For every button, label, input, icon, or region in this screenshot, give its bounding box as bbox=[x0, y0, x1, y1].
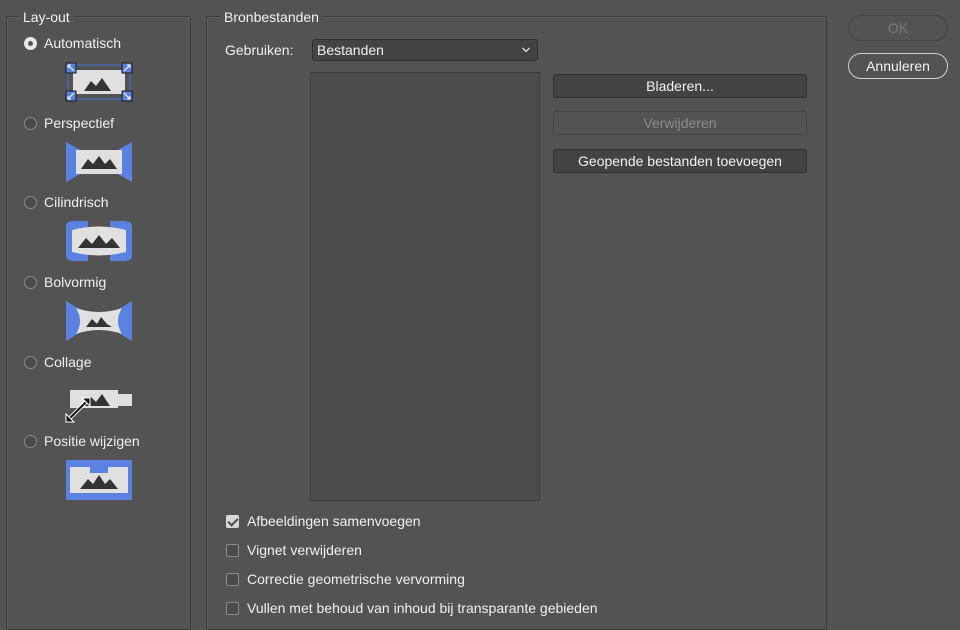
layout-collage-icon[interactable] bbox=[64, 380, 136, 424]
reposition-radio[interactable] bbox=[24, 434, 37, 448]
content-aware-fill-option[interactable]: Vullen met behoud van inhoud bij transpa… bbox=[226, 600, 598, 616]
cylindrical-radio[interactable] bbox=[24, 195, 37, 209]
layout-option-cylindrical[interactable]: Cilindrisch bbox=[24, 194, 109, 210]
perspective-label: Perspectief bbox=[44, 115, 115, 131]
blend-images-checkbox[interactable] bbox=[226, 514, 239, 528]
content-aware-fill-checkbox[interactable] bbox=[226, 601, 239, 615]
add-open-files-button[interactable]: Geopende bestanden toevoegen bbox=[553, 149, 807, 173]
spherical-radio[interactable] bbox=[24, 275, 37, 289]
automatic-radio[interactable] bbox=[24, 36, 37, 50]
layout-perspective-icon[interactable] bbox=[64, 141, 134, 183]
layout-option-reposition[interactable]: Positie wijzigen bbox=[24, 433, 140, 449]
source-files-title: Bronbestanden bbox=[220, 9, 323, 25]
layout-option-collage[interactable]: Collage bbox=[24, 354, 91, 370]
remove-button[interactable]: Verwijderen bbox=[553, 111, 807, 135]
layout-option-spherical[interactable]: Bolvormig bbox=[24, 274, 106, 290]
geometric-distortion-checkbox[interactable] bbox=[226, 572, 239, 586]
geometric-distortion-label: Correctie geometrische vervorming bbox=[247, 571, 465, 587]
perspective-radio[interactable] bbox=[24, 116, 37, 130]
vignette-removal-checkbox[interactable] bbox=[226, 543, 239, 557]
layout-group-title: Lay-out bbox=[19, 9, 74, 25]
layout-reposition-icon[interactable] bbox=[64, 459, 134, 501]
vignette-removal-label: Vignet verwijderen bbox=[247, 542, 362, 558]
vignette-removal-option[interactable]: Vignet verwijderen bbox=[226, 542, 362, 558]
cancel-button[interactable]: Annuleren bbox=[848, 53, 948, 79]
ok-button[interactable]: OK bbox=[848, 15, 948, 41]
use-label: Gebruiken: bbox=[225, 42, 294, 58]
blend-images-label: Afbeeldingen samenvoegen bbox=[247, 513, 421, 529]
collage-label: Collage bbox=[44, 354, 92, 370]
layout-auto-icon[interactable] bbox=[64, 61, 134, 103]
use-select-value: Bestanden bbox=[317, 42, 384, 58]
collage-radio[interactable] bbox=[24, 355, 37, 369]
content-aware-fill-label: Vullen met behoud van inhoud bij transpa… bbox=[247, 600, 598, 616]
cylindrical-label: Cilindrisch bbox=[44, 194, 109, 210]
blend-images-option[interactable]: Afbeeldingen samenvoegen bbox=[226, 513, 421, 529]
spherical-label: Bolvormig bbox=[44, 274, 107, 290]
chevron-down-icon bbox=[522, 47, 530, 53]
layout-cylindrical-icon[interactable] bbox=[64, 220, 134, 262]
automatic-label: Automatisch bbox=[44, 35, 122, 51]
layout-option-perspective[interactable]: Perspectief bbox=[24, 115, 114, 131]
layout-spherical-icon[interactable] bbox=[64, 300, 134, 342]
use-select[interactable]: Bestanden bbox=[312, 39, 538, 61]
geometric-distortion-option[interactable]: Correctie geometrische vervorming bbox=[226, 571, 465, 587]
layout-option-automatic[interactable]: Automatisch bbox=[24, 35, 121, 51]
reposition-label: Positie wijzigen bbox=[44, 433, 140, 449]
source-file-list[interactable] bbox=[310, 72, 540, 501]
browse-button[interactable]: Bladeren... bbox=[553, 74, 807, 98]
